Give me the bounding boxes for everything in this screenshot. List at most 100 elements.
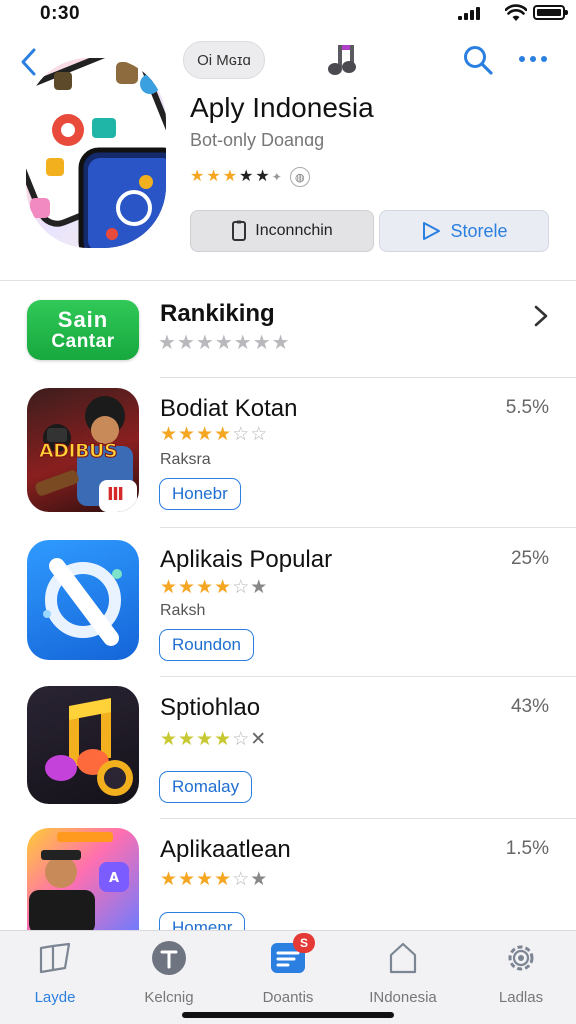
star-icon: ★: [250, 869, 268, 890]
news-icon: S: [269, 933, 315, 977]
music-note-icon[interactable]: [324, 42, 362, 78]
app-list-item[interactable]: ADIBUS Ⅲ Bodiat Kotan 5.5% ★ ★ ★ ★ ☆ ☆ R…: [0, 385, 576, 535]
star-icon: ★: [160, 577, 178, 598]
nav-pill-label: Oi Mɢɪɑ: [197, 51, 251, 69]
star-icon: ✕: [250, 729, 267, 750]
row-divider: [160, 676, 576, 677]
star-icon: ★: [178, 869, 196, 890]
app-percent: 43%: [510, 696, 549, 717]
app-icon-text: ADIBUS: [38, 440, 118, 463]
star-icon: ★: [160, 424, 178, 445]
tab-label: Kelcnig: [144, 989, 194, 1006]
app-list-item[interactable]: Sptiohlao 43% ★ ★ ★ ★ ☆ ✕ Romalay: [0, 686, 576, 836]
app-action-label: Honebr: [172, 484, 228, 503]
section-divider: [0, 280, 576, 281]
star-icon: ★: [178, 729, 196, 750]
app-icon: [27, 686, 139, 804]
install-button-label: Inconnchin: [255, 222, 333, 239]
gear-icon: [502, 939, 540, 977]
app-name: Aplikais Popular: [160, 546, 333, 573]
install-button[interactable]: Inconnchin: [190, 210, 374, 252]
more-options-icon[interactable]: [519, 52, 549, 66]
search-icon[interactable]: [462, 44, 494, 76]
app-action-button[interactable]: Romalay: [159, 771, 253, 803]
tab-label: INdonesia: [369, 989, 437, 1006]
app-category: Raksra: [160, 451, 211, 468]
star-icon: ★: [233, 332, 252, 354]
ranking-badge-line1: Sain: [57, 307, 109, 333]
tab-label: Doantis: [262, 989, 314, 1006]
star-icon: ★: [214, 424, 232, 445]
app-rating: ★ ★ ★ ★ ☆ ★: [160, 578, 267, 597]
star-icon: ★: [214, 577, 232, 598]
star-icon: ★: [176, 332, 195, 354]
app-rating: ★ ★ ★ ★ ☆ ★: [160, 870, 267, 889]
calendar-badge-icon: Ⅲ: [107, 484, 125, 504]
chevron-right-icon[interactable]: [532, 304, 550, 328]
star-icon: ★: [271, 332, 290, 354]
app-icon: [27, 540, 139, 660]
tab-ladlas[interactable]: Ladlas: [471, 939, 571, 1009]
info-icon[interactable]: ◍: [289, 167, 310, 187]
battery-icon: [533, 5, 568, 20]
app-action-label: Romalay: [172, 777, 240, 796]
app-percent: 25%: [510, 548, 549, 569]
svg-text:A: A: [109, 871, 119, 886]
app-icon: ADIBUS Ⅲ: [27, 388, 139, 512]
tab-doantis[interactable]: S Doantis: [238, 933, 338, 1009]
home-indicator[interactable]: [182, 1012, 394, 1018]
star-icon: ★: [196, 729, 214, 750]
star-icon: ★: [214, 869, 232, 890]
status-bar: 0:30: [0, 0, 576, 30]
tab-kelcnig[interactable]: Kelcnig: [119, 939, 219, 1009]
status-time: 0:30: [40, 3, 81, 24]
back-chevron-icon[interactable]: [16, 44, 42, 80]
app-list-item[interactable]: Aplikais Popular 25% ★ ★ ★ ★ ☆ ★ Raksh R…: [0, 538, 576, 688]
star-icon: ★: [239, 168, 254, 185]
app-percent: 1.5%: [505, 838, 549, 859]
app-title: Aply Indonesia: [190, 92, 374, 123]
app-rating: ★ ★ ★ ★ ☆ ✕: [160, 730, 266, 749]
star-icon: ★: [178, 577, 196, 598]
star-icon: ★: [178, 424, 196, 445]
hero-rating: ★ ★ ★ ★ ★ ✦ ◍: [190, 167, 310, 187]
notification-badge: S: [293, 933, 315, 953]
app-subtitle: Bot-only Doanɑg: [190, 130, 325, 150]
star-icon: ★: [250, 577, 268, 598]
star-icon: ☆: [232, 424, 250, 445]
app-action-button[interactable]: Honebr: [159, 478, 241, 510]
app-icon: A: [27, 828, 139, 932]
star-icon: ★: [196, 869, 214, 890]
star-icon: ☆: [232, 577, 250, 598]
star-icon: ★: [214, 332, 233, 354]
bookmark-icon: [232, 220, 247, 241]
app-name: Aplikaatlean: [160, 836, 291, 863]
app-action-button[interactable]: Roundon: [159, 629, 255, 661]
star-icon: ★: [196, 424, 214, 445]
home-icon: [384, 939, 422, 977]
play-icon: [423, 222, 441, 240]
tab-bar: Layde Kelcnig S Doantis INdonesia Ladlas: [0, 930, 576, 1024]
star-icon: ★: [158, 332, 176, 354]
row-divider: [160, 527, 576, 528]
star-icon: ★: [196, 577, 214, 598]
star-icon: ★: [160, 869, 178, 890]
star-icon: ★: [206, 168, 221, 185]
app-name: Bodiat Kotan: [160, 395, 298, 422]
star-icon: ✦: [271, 170, 282, 184]
app-rating: ★ ★ ★ ★ ☆ ☆: [160, 425, 267, 444]
half-star-icon: ★: [255, 168, 270, 185]
ranking-badge[interactable]: Sain Cantar: [27, 300, 139, 360]
store-button[interactable]: Storele: [379, 210, 549, 252]
app-category: Raksh: [160, 602, 206, 619]
ranking-title: Rankiking: [160, 300, 275, 327]
star-icon: ★: [214, 729, 232, 750]
tab-indonesia[interactable]: INdonesia: [353, 939, 453, 1009]
wifi-icon: [505, 4, 527, 21]
book-icon: [36, 939, 74, 977]
app-name: Sptiohlao: [160, 694, 261, 721]
ranking-badge-line2: Cantar: [51, 330, 115, 352]
tab-layde[interactable]: Layde: [5, 939, 105, 1009]
nav-pill-button[interactable]: Oi Mɢɪɑ: [183, 41, 265, 79]
signal-icon: [458, 6, 480, 20]
